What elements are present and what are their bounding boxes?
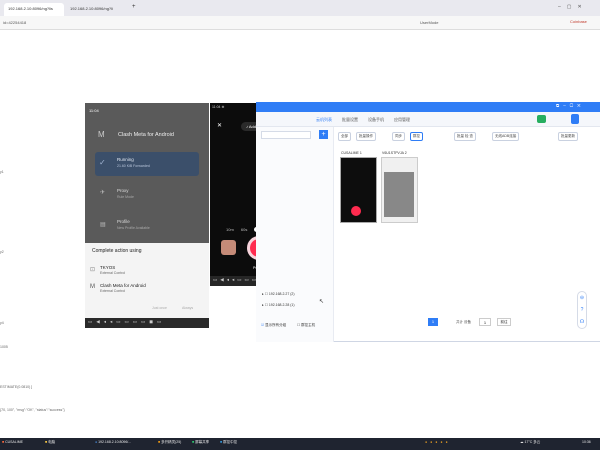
- just-once-button[interactable]: Just once: [152, 306, 167, 310]
- tab-phones[interactable]: 设备手机: [368, 117, 384, 123]
- option-sub: External Control: [100, 289, 126, 293]
- pager-go-button[interactable]: 前往: [497, 318, 511, 326]
- always-button[interactable]: Always: [182, 306, 193, 310]
- taskbar-item[interactable]: ■ 多开精灵(25): [158, 440, 181, 448]
- browser-tab-2[interactable]: 192.168.2.10:8096/ng?li: [66, 3, 126, 16]
- profile-label[interactable]: Coinbase: [570, 19, 598, 27]
- taskbar-clock[interactable]: 10:36: [582, 440, 591, 448]
- device-row[interactable]: ▸ ☐ 192.168.2.27 (2): [262, 292, 295, 296]
- floating-tools[interactable]: ⊖? ☊: [577, 291, 587, 329]
- new-tab-button[interactable]: +: [128, 3, 136, 16]
- taskbar-item[interactable]: ■ 屏幕共享: [192, 440, 209, 448]
- thumb-sheet: [384, 172, 414, 217]
- search-box[interactable]: UserMode: [420, 18, 480, 27]
- taskbar-item[interactable]: ● 192.168.2.10:8096/...: [95, 440, 131, 448]
- phone1-control-icons[interactable]: ▭◀◂◂▭▭▭▭◼▭: [88, 319, 165, 325]
- profile-icon: ▤: [100, 222, 106, 228]
- tab-batch[interactable]: 批量设置: [342, 117, 358, 123]
- taskbar-item[interactable]: ■ CUSALIME: [2, 440, 23, 448]
- phone1-time: 11:04: [89, 108, 99, 113]
- log-line: y1: [0, 170, 4, 174]
- profile-sub: New Profile Available: [117, 226, 150, 230]
- browser-tab-1[interactable]: 192.168.2.10:8096/ng?lis: [4, 3, 64, 16]
- device-tree-panel: [256, 127, 334, 342]
- device-row[interactable]: ▸ ☐ 192.168.2.28 (1): [262, 303, 295, 307]
- nav-tabs: [256, 112, 600, 127]
- close-icon[interactable]: ✕: [217, 122, 222, 129]
- proxy-icon: ✈: [100, 190, 106, 196]
- duration-option[interactable]: 60s: [241, 227, 247, 232]
- os-taskbar: [0, 438, 600, 450]
- add-group-button[interactable]: +: [319, 130, 328, 139]
- log-line: ESTIMATE(0.0810) ]: [0, 385, 33, 389]
- weather-widget[interactable]: ☁ 17°C 多云: [520, 440, 540, 448]
- tab-apps[interactable]: 应用管理: [394, 117, 410, 123]
- batch-ops-dropdown[interactable]: 批量操作: [356, 132, 376, 141]
- address-bar[interactable]: id=42254418: [3, 18, 303, 27]
- sheet-title: Complete action using: [92, 248, 142, 254]
- device-card-label[interactable]: V6U1STPVJA 2: [382, 151, 407, 155]
- show-all-groups-checkbox[interactable]: ☑ 显示所有分组: [261, 323, 286, 328]
- taskbar-item[interactable]: ■ 群控中控: [220, 440, 237, 448]
- page-size-input[interactable]: 1: [479, 318, 491, 326]
- cloud-icon: ☁: [520, 440, 524, 444]
- batch-check-dropdown[interactable]: 批量 检 查: [454, 132, 476, 141]
- check-icon: ✓: [99, 158, 106, 167]
- phone2-status: 11:04 ⊕: [212, 105, 225, 109]
- option-name: Clash Meta for Android: [100, 283, 146, 288]
- tree-search-input[interactable]: [261, 131, 311, 139]
- wechat-icon[interactable]: [537, 115, 546, 123]
- app-title: Clash Meta for Android: [118, 132, 174, 138]
- filter-all[interactable]: 全部: [338, 132, 351, 141]
- batch-update-button[interactable]: 批量更新: [558, 132, 578, 141]
- proxy-label[interactable]: Proxy: [117, 188, 129, 193]
- option-name: TKYOS: [100, 265, 116, 270]
- log-line: 1005: [0, 345, 8, 349]
- tab-device-list[interactable]: 云机列表: [316, 117, 332, 123]
- clash-logo-icon: M: [98, 130, 105, 139]
- clash-logo-icon: M: [90, 284, 95, 290]
- group-host-checkbox[interactable]: ☐ 群控主机: [297, 323, 315, 328]
- running-label: Running: [117, 157, 134, 162]
- log-line: y2: [0, 250, 4, 254]
- mouse-cursor-icon: ↖: [319, 299, 325, 305]
- window-title-controls[interactable]: ⧉–▢✕: [556, 103, 585, 108]
- duration-option[interactable]: 10m: [226, 227, 234, 232]
- log-line: y4: [0, 321, 4, 325]
- group-control-toggle[interactable]: 群控: [410, 132, 423, 141]
- thumb-record-dot: [351, 206, 361, 216]
- running-sub: 21.60 KiB Forwarded: [117, 164, 150, 168]
- app-icon: ⊡: [90, 267, 96, 273]
- window-title-bar: [256, 102, 600, 112]
- device-card-label[interactable]: CUSALIME 1: [341, 151, 362, 155]
- taskbar-item[interactable]: ■ 电脑: [45, 440, 55, 448]
- sync-toggle[interactable]: 同步: [392, 132, 405, 141]
- pager-total: 共计 设备: [456, 320, 471, 324]
- music-icon: ♪: [246, 124, 248, 129]
- wireless-adb-button[interactable]: 无线ADB连接: [492, 132, 520, 141]
- window-controls[interactable]: –▢✕: [558, 4, 598, 12]
- effects-thumbnail[interactable]: [221, 240, 236, 255]
- proxy-sub: Rule Mode: [117, 195, 134, 199]
- profile-label[interactable]: Profile: [117, 219, 130, 224]
- log-line: {70, 100", "msg":"OK", "status":"success…: [0, 408, 65, 412]
- option-sub: External Control: [100, 271, 126, 275]
- pagination-current[interactable]: 1: [428, 318, 438, 326]
- tray-icons[interactable]: ●●●●●: [425, 440, 451, 448]
- bell-icon[interactable]: [571, 114, 579, 124]
